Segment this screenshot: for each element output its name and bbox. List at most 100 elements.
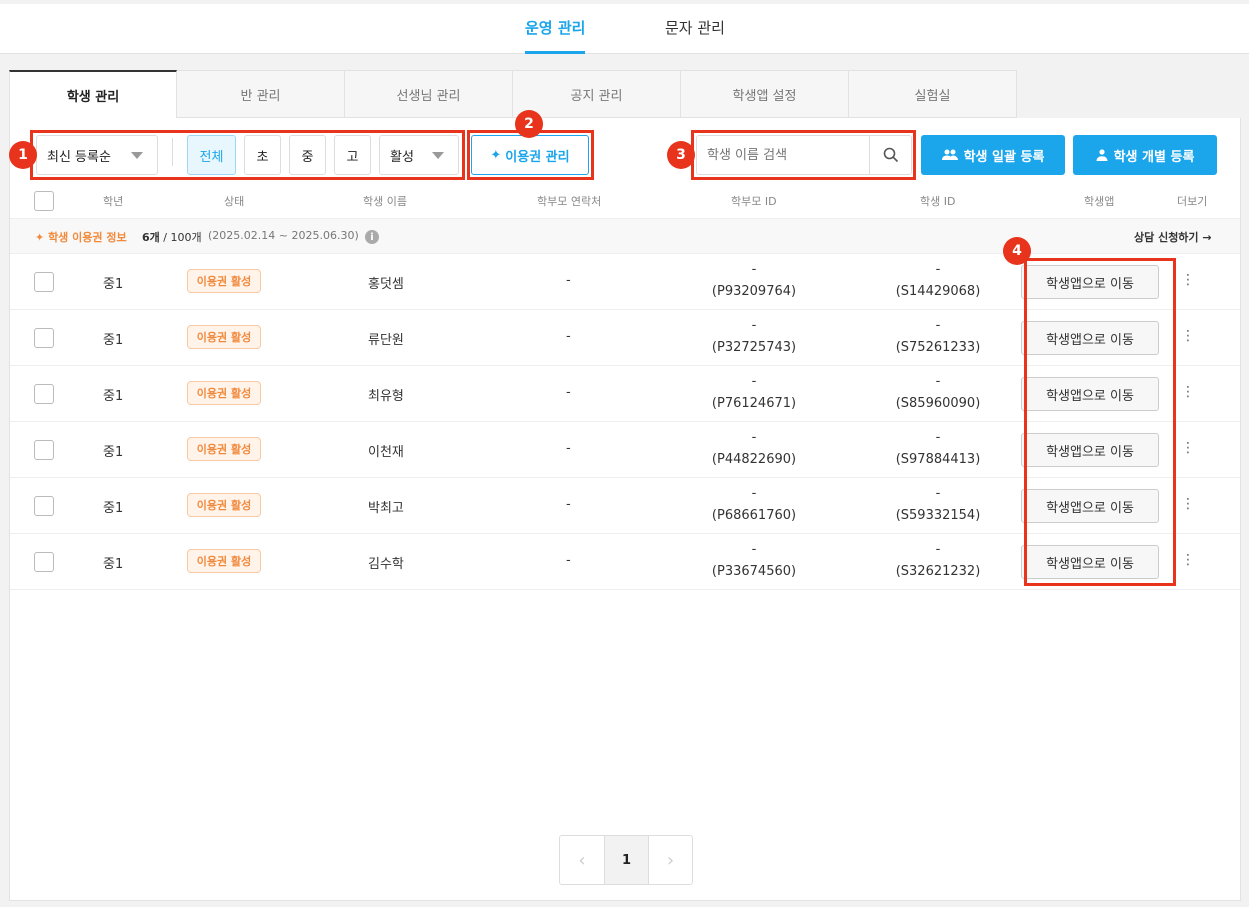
row-checkbox[interactable] (34, 496, 54, 516)
student-id-top: - (935, 374, 941, 389)
parent-id: (P68661760) (711, 508, 797, 523)
student-id: (S59332154) (895, 508, 981, 523)
row-checkbox[interactable] (34, 384, 54, 404)
student-id-top: - (935, 318, 941, 333)
voucher-count-used: 6개 (142, 231, 160, 244)
more-options-icon[interactable]: ⋮ (1181, 496, 1195, 512)
col-name: 학생 이름 (363, 195, 407, 208)
bulk-register-label: 학생 일괄 등록 (963, 149, 1045, 165)
subtab-app-settings[interactable]: 학생앱 설정 (681, 70, 849, 118)
users-icon (941, 149, 958, 160)
subtab-notices[interactable]: 공지 관리 (513, 70, 681, 118)
status-badge: 이용권 활성 (187, 549, 261, 573)
student-id: (S85960090) (895, 396, 981, 411)
grade-cell: 중1 (103, 501, 124, 516)
select-all-checkbox[interactable] (34, 191, 54, 211)
parent-contact: - (566, 553, 571, 568)
grade-cell: 중1 (103, 445, 124, 460)
subtab-classes[interactable]: 반 관리 (177, 70, 345, 118)
single-register-label: 학생 개별 등록 (1113, 149, 1195, 165)
sparkle-icon: ✦ (35, 231, 45, 244)
parent-id: (P93209764) (711, 284, 797, 299)
parent-contact: - (566, 329, 571, 344)
parent-id: (P76124671) (711, 396, 797, 411)
parent-contact: - (566, 385, 571, 400)
annotation-badge-3: 3 (667, 141, 695, 169)
voucher-count-total: / 100개 (163, 231, 202, 244)
student-name: 홍덧셈 (368, 277, 404, 292)
parent-id: (P44822690) (711, 452, 797, 467)
parent-id-top: - (751, 318, 757, 333)
student-name: 이천재 (368, 445, 404, 460)
voucher-count: 6개 / 100개 (142, 229, 202, 245)
row-checkbox[interactable] (34, 440, 54, 460)
student-id-top: - (935, 486, 941, 501)
student-id: (S75261233) (895, 340, 981, 355)
col-more: 더보기 (1177, 195, 1208, 208)
user-icon (1096, 149, 1108, 161)
col-status: 상태 (224, 195, 245, 208)
single-register-button[interactable]: 학생 개별 등록 (1073, 135, 1217, 175)
status-badge: 이용권 활성 (187, 325, 261, 349)
student-name: 류단원 (368, 333, 404, 348)
more-options-icon[interactable]: ⋮ (1181, 384, 1195, 400)
col-parent-id: 학부모 ID (731, 195, 777, 208)
status-badge: 이용권 활성 (187, 493, 261, 517)
student-id: (S14429068) (895, 284, 981, 299)
grade-cell: 중1 (103, 333, 124, 348)
status-badge: 이용권 활성 (187, 381, 261, 405)
voucher-info-label: ✦ 학생 이용권 정보 (35, 229, 127, 245)
more-options-icon[interactable]: ⋮ (1181, 552, 1195, 568)
parent-id-top: - (751, 486, 757, 501)
voucher-period: (2025.02.14 ~ 2025.06.30) (208, 229, 359, 242)
bulk-register-button[interactable]: 학생 일괄 등록 (921, 135, 1065, 175)
more-options-icon[interactable]: ⋮ (1181, 272, 1195, 288)
parent-id-top: - (751, 542, 757, 557)
annotation-box-3 (691, 130, 916, 180)
tab-messages[interactable]: 문자 관리 (655, 18, 735, 54)
page-1-button[interactable]: 1 (605, 836, 649, 884)
row-checkbox[interactable] (34, 328, 54, 348)
parent-id: (P33674560) (711, 564, 797, 579)
status-badge: 이용권 활성 (187, 437, 261, 461)
row-checkbox[interactable] (34, 552, 54, 572)
parent-contact: - (566, 497, 571, 512)
more-options-icon[interactable]: ⋮ (1181, 440, 1195, 456)
parent-id-top: - (751, 262, 757, 277)
parent-id: (P32725743) (711, 340, 797, 355)
info-icon[interactable]: i (365, 230, 379, 244)
annotation-box-1 (30, 130, 465, 180)
tab-operation[interactable]: 운영 관리 (515, 18, 595, 54)
col-grade: 학년 (103, 195, 124, 208)
more-options-icon[interactable]: ⋮ (1181, 328, 1195, 344)
student-name: 박최고 (368, 501, 404, 516)
student-name: 김수학 (368, 557, 404, 572)
consult-link[interactable]: 상담 신청하기 → (1134, 229, 1212, 245)
annotation-badge-4: 4 (1003, 237, 1031, 265)
grade-cell: 중1 (103, 557, 124, 572)
annotation-box-4 (1024, 258, 1176, 586)
student-id-top: - (935, 430, 941, 445)
student-name: 최유형 (368, 389, 404, 404)
student-id-top: - (935, 262, 941, 277)
next-page-button[interactable]: › (649, 836, 692, 884)
status-badge: 이용권 활성 (187, 269, 261, 293)
student-id-top: - (935, 542, 941, 557)
grade-cell: 중1 (103, 389, 124, 404)
col-student-id: 학생 ID (920, 195, 956, 208)
subtab-lab[interactable]: 실험실 (849, 70, 1017, 118)
parent-id-top: - (751, 374, 757, 389)
voucher-info-text: 학생 이용권 정보 (48, 231, 127, 244)
parent-id-top: - (751, 430, 757, 445)
parent-contact: - (566, 441, 571, 456)
row-checkbox[interactable] (34, 272, 54, 292)
prev-page-button[interactable]: ‹ (560, 836, 605, 884)
annotation-badge-1: 1 (9, 141, 37, 169)
pagination: ‹ 1 › (559, 835, 693, 885)
student-id: (S32621232) (895, 564, 981, 579)
col-student-app: 학생앱 (1084, 195, 1115, 208)
grade-cell: 중1 (103, 277, 124, 292)
subtab-teachers[interactable]: 선생님 관리 (345, 70, 513, 118)
subtab-students[interactable]: 학생 관리 (9, 70, 177, 118)
annotation-badge-2: 2 (515, 110, 543, 138)
